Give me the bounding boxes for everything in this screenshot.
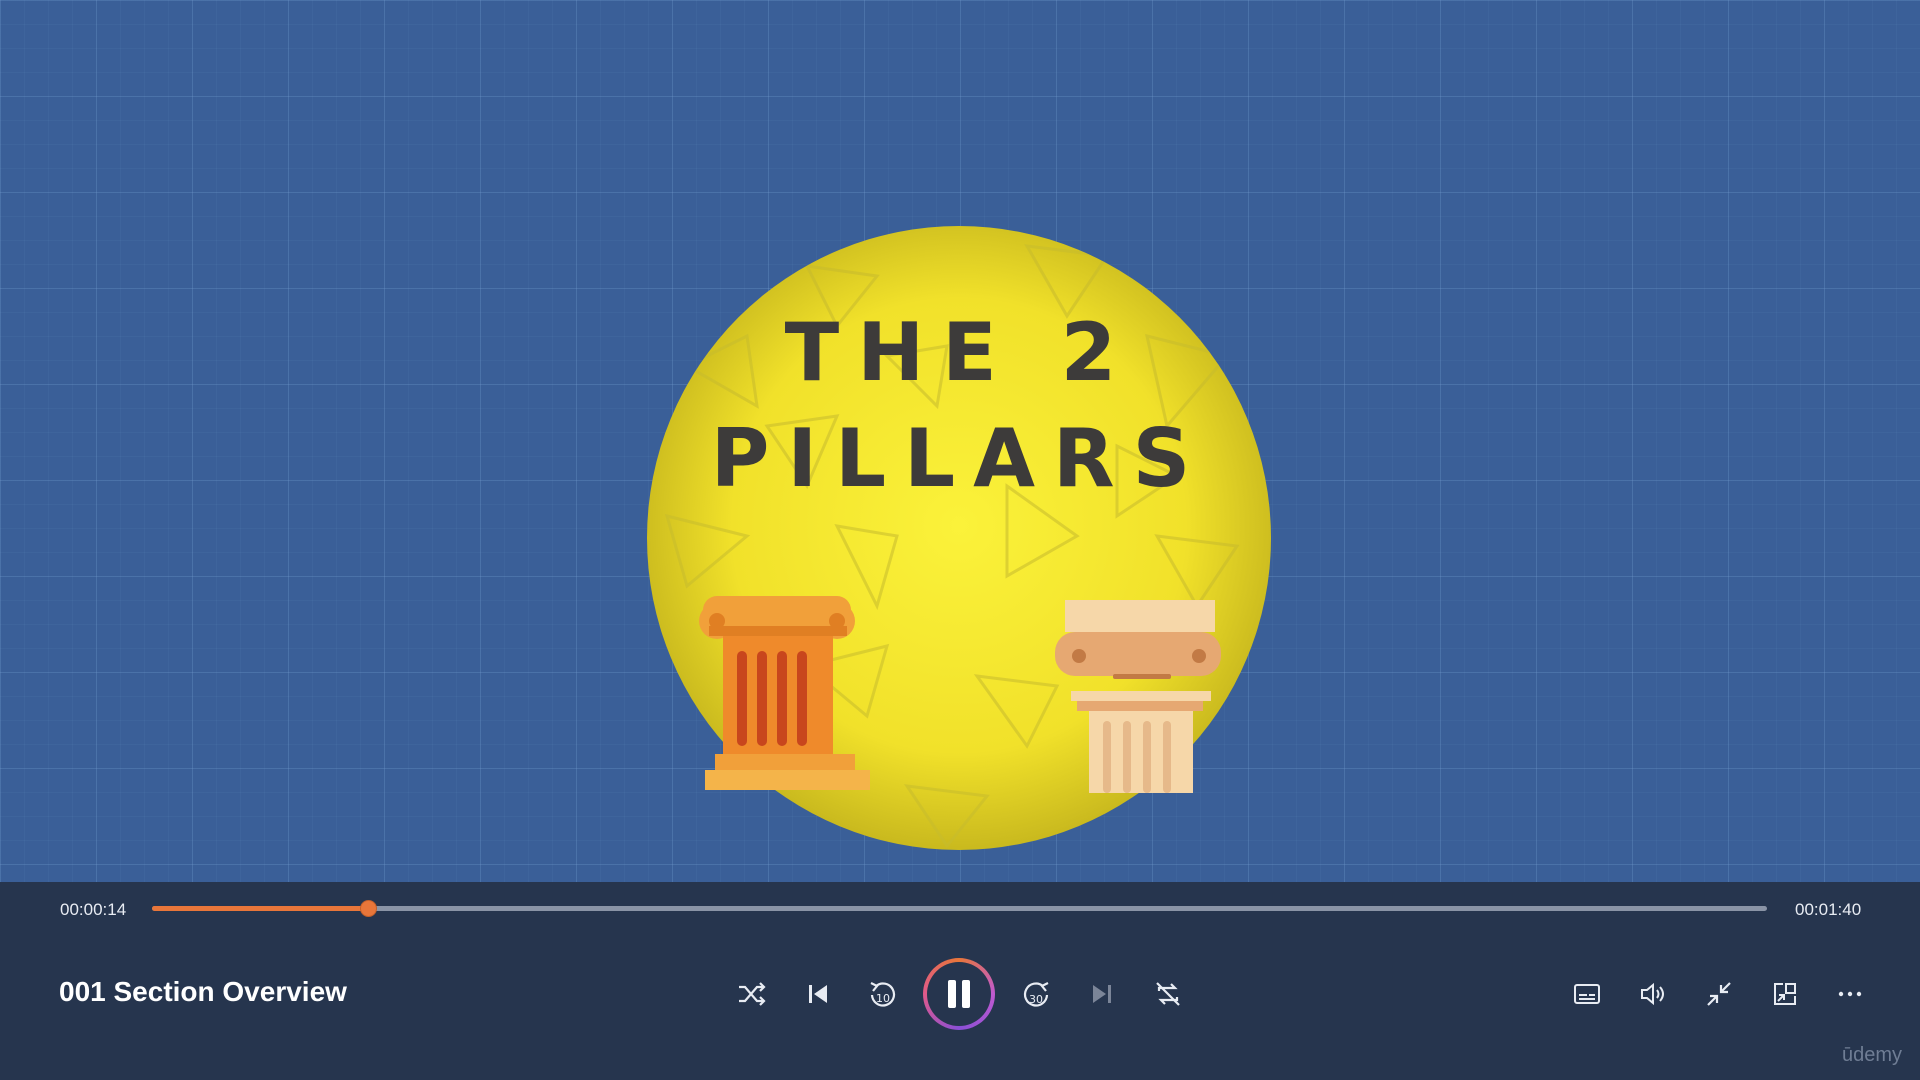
- udemy-watermark: ūdemy: [1842, 1044, 1903, 1066]
- progress-thumb[interactable]: [360, 900, 377, 917]
- pause-icon: [948, 980, 970, 1008]
- minimize-icon: [1707, 982, 1731, 1006]
- progress-bar[interactable]: [152, 900, 1767, 917]
- volume-icon: [1641, 982, 1664, 1006]
- current-time: 00:00:14: [60, 900, 127, 919]
- repeat-button[interactable]: [1146, 972, 1190, 1016]
- svg-text:10: 10: [876, 992, 890, 1005]
- lecture-title: 001 Section Overview: [59, 976, 347, 1007]
- shuffle-icon: [739, 982, 766, 1006]
- progress-fill: [152, 906, 368, 911]
- skip-next-icon: [1093, 985, 1111, 1003]
- more-button[interactable]: [1828, 972, 1872, 1016]
- next-button[interactable]: [1080, 972, 1124, 1016]
- skip-previous-icon: [809, 985, 827, 1003]
- duration: 00:01:40: [1795, 900, 1862, 919]
- pause-button[interactable]: [923, 958, 995, 1030]
- more-icon: [1838, 991, 1862, 997]
- video-title-line-2: PILLARS: [710, 412, 1209, 505]
- mini-player-button[interactable]: [1763, 972, 1807, 1016]
- exit-fullscreen-button[interactable]: [1697, 972, 1741, 1016]
- previous-button[interactable]: [796, 972, 840, 1016]
- shuffle-button[interactable]: [730, 972, 774, 1016]
- svg-text:30: 30: [1029, 993, 1043, 1006]
- forward-30-button[interactable]: 30: [1014, 972, 1058, 1016]
- captions-button[interactable]: [1565, 972, 1609, 1016]
- forward-30-icon: 30: [1023, 982, 1049, 1007]
- captions-icon: [1574, 984, 1600, 1004]
- volume-button[interactable]: [1631, 972, 1675, 1016]
- mini-player-icon: [1774, 983, 1796, 1005]
- rewind-10-icon: 10: [870, 982, 896, 1007]
- repeat-off-icon: [1156, 982, 1180, 1006]
- video-frame[interactable]: THE 2 PILLARS: [0, 0, 1920, 882]
- title-graphic: THE 2 PILLARS: [647, 226, 1272, 851]
- video-title-line-1: THE 2: [784, 306, 1135, 399]
- rewind-10-button[interactable]: 10: [861, 972, 905, 1016]
